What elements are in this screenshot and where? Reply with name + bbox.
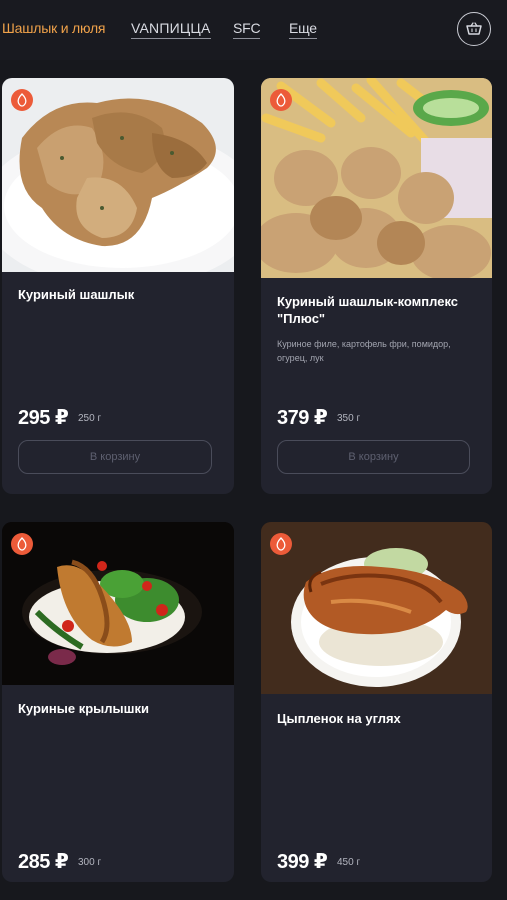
product-description: Куриное филе, картофель фри, помидор, ог… — [277, 339, 451, 363]
nav-item-shashlik[interactable]: Шашлык и люля — [2, 20, 106, 38]
product-weight: 450 г — [337, 857, 361, 868]
product-card[interactable]: Куриный шашлык 295 ₽ 250 г В корзину — [2, 78, 234, 494]
cart-button[interactable] — [457, 12, 491, 46]
product-weight: 300 г — [78, 857, 102, 868]
product-title: Цыпленок на углях — [277, 711, 401, 726]
fire-badge-icon — [270, 533, 292, 555]
nav-item-vanpizza[interactable]: VANПИЦЦА — [131, 20, 211, 39]
product-card[interactable]: Цыпленок на углях 399 ₽ 450 г — [261, 522, 492, 882]
product-weight: 250 г — [78, 413, 102, 424]
product-price: 285 ₽ — [18, 851, 69, 873]
fire-badge-icon — [11, 533, 33, 555]
product-image — [261, 522, 492, 694]
product-price: 399 ₽ — [277, 851, 328, 873]
product-price: 379 ₽ — [277, 407, 328, 429]
product-title: Куриный шашлык — [18, 287, 135, 302]
fire-badge-icon — [270, 89, 292, 111]
product-card[interactable]: Куриный шашлык-комплекс "Плюс" Куриное ф… — [261, 78, 492, 494]
product-image — [2, 78, 234, 272]
nav-item-more[interactable]: Еще — [289, 20, 317, 39]
add-to-cart-button[interactable]: В корзину — [277, 440, 470, 474]
product-image — [261, 78, 492, 278]
product-card[interactable]: Куриные крылышки 285 ₽ 300 г — [2, 522, 234, 882]
fire-badge-icon — [11, 89, 33, 111]
product-image — [2, 522, 234, 685]
category-nav: Шашлык и люля VANПИЦЦА SFC Еще — [0, 0, 507, 60]
product-price: 295 ₽ — [18, 407, 69, 429]
basket-icon — [466, 22, 482, 35]
product-title: Куриный шашлык-комплекс "Плюс" — [277, 294, 459, 326]
product-title: Куриные крылышки — [18, 701, 149, 716]
product-weight: 350 г — [337, 413, 361, 424]
nav-item-sfc[interactable]: SFC — [233, 20, 261, 39]
add-to-cart-button[interactable]: В корзину — [18, 440, 212, 474]
